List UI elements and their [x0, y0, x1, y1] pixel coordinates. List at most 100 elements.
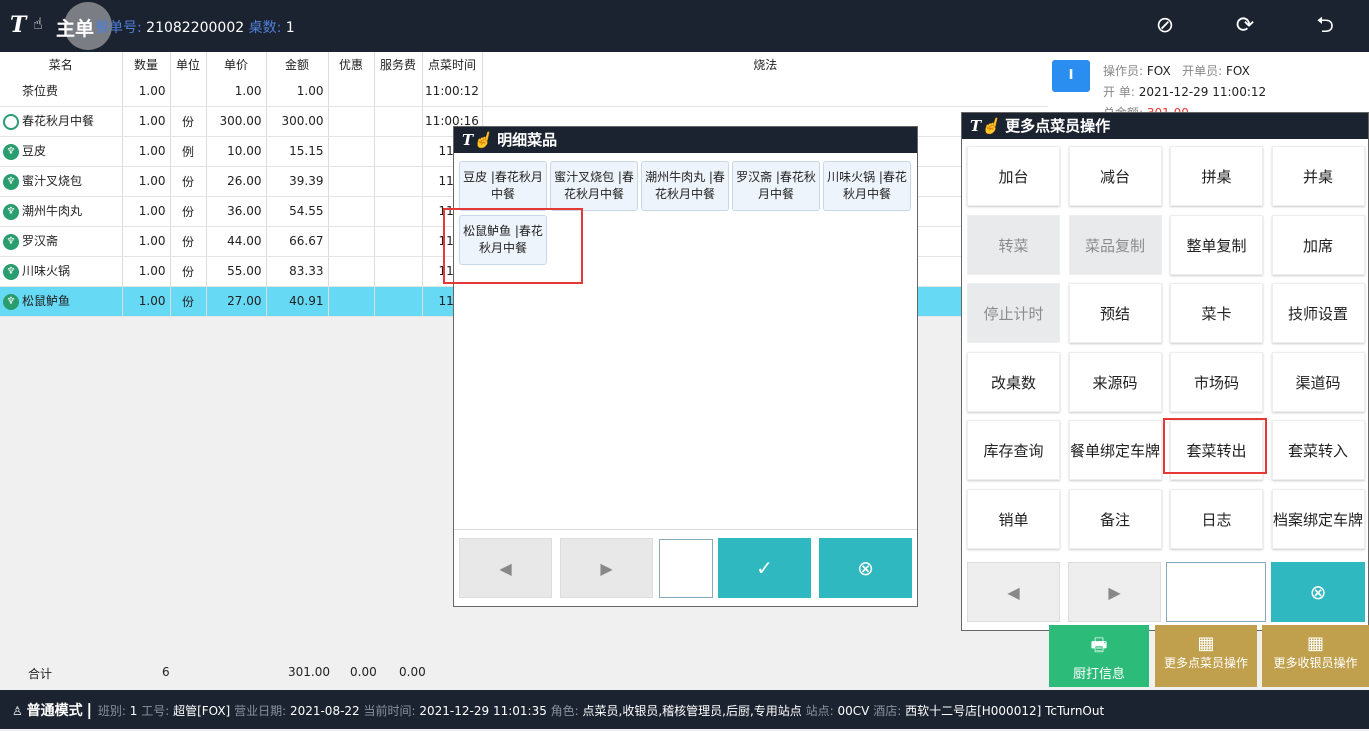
- dish-button[interactable]: 豆皮 |春花秋月中餐: [459, 161, 547, 211]
- operator-value: FOX: [1146, 64, 1171, 78]
- totals-qty: 6: [162, 665, 170, 679]
- price-cell: 10.00: [206, 136, 267, 167]
- next-page-button[interactable]: ▶: [560, 538, 653, 598]
- button-label: 厨打信息: [1072, 667, 1125, 682]
- dish-name-cell: ♆ 川味火锅: [0, 256, 123, 287]
- close-button[interactable]: ⊗: [1271, 562, 1365, 622]
- discount-cell: [328, 256, 375, 287]
- open-time-value: 2021-12-29 11:00:12: [1138, 85, 1267, 99]
- kitchen-print-info-button[interactable]: 🖶 厨打信息: [1049, 625, 1149, 687]
- operation-button[interactable]: 渠道码: [1271, 351, 1365, 412]
- operation-button[interactable]: 菜卡: [1170, 283, 1263, 343]
- dish-button[interactable]: 川味火锅 |春花秋月中餐: [823, 161, 911, 211]
- mode-label[interactable]: 普通模式: [27, 703, 83, 719]
- button-label: 更多收银员操作: [1273, 656, 1358, 670]
- now-value: 2021-12-29 11:01:35: [419, 704, 547, 718]
- table-row[interactable]: 茶位费 1.00 1.00 1.00 11:00:12: [0, 76, 1049, 107]
- close-button[interactable]: ⊗: [819, 538, 912, 598]
- operation-button[interactable]: 套菜转入: [1271, 420, 1365, 480]
- operation-button[interactable]: 并桌: [1271, 146, 1365, 206]
- shift-label: 班别:: [97, 704, 126, 718]
- totals-label: 合计: [28, 667, 53, 681]
- dish-button[interactable]: 罗汉斋 |春花秋月中餐: [732, 161, 820, 211]
- method-cell: [482, 76, 1049, 107]
- order-number: 21082200002: [146, 20, 245, 36]
- opener-value: FOX: [1226, 64, 1250, 78]
- dish-button[interactable]: 潮州牛肉丸 |春花秋月中餐: [641, 161, 729, 211]
- service-cell: [374, 226, 423, 257]
- page-input[interactable]: [659, 539, 713, 598]
- column-header: 菜名: [0, 52, 123, 76]
- service-cell: [374, 76, 423, 107]
- operation-button[interactable]: 减台: [1068, 146, 1162, 206]
- dish-name-cell: ♆ 豆皮: [0, 136, 123, 167]
- operation-button[interactable]: 日志: [1170, 488, 1263, 549]
- printer-icon: 🖶: [1090, 635, 1108, 656]
- column-header: 数量: [122, 52, 171, 76]
- next-page-button[interactable]: ▶: [1068, 562, 1161, 622]
- touch-icon: ☝: [33, 14, 43, 33]
- table-count-label: 桌数:: [244, 20, 286, 36]
- dish-name: 潮州牛肉丸: [22, 204, 83, 219]
- dish-name: 松鼠鲈鱼: [22, 294, 71, 309]
- discount-cell: [328, 286, 375, 317]
- prev-page-button[interactable]: ◀: [967, 562, 1060, 622]
- grid-icon: ▦: [1306, 633, 1324, 654]
- dish-name: 豆皮: [22, 144, 47, 159]
- dish-button[interactable]: 蜜汁叉烧包 |春花秋月中餐: [550, 161, 638, 211]
- back-icon[interactable]: ⮌: [1312, 13, 1338, 39]
- page-input[interactable]: [1166, 562, 1266, 622]
- dining-icon: ♆: [3, 143, 19, 160]
- unit-cell: 份: [170, 226, 207, 257]
- discount-cell: [328, 106, 375, 137]
- service-cell: [374, 196, 423, 227]
- price-cell: 44.00: [206, 226, 267, 257]
- operation-button[interactable]: 菜品复制: [1068, 214, 1162, 275]
- price-cell: 1.00: [206, 76, 267, 107]
- qty-cell: 1.00: [122, 196, 171, 227]
- confirm-button[interactable]: ✓: [718, 538, 811, 598]
- column-header: 优惠: [328, 52, 375, 76]
- app-logo: T: [10, 12, 27, 38]
- status-badge: I: [1052, 60, 1090, 92]
- operation-button[interactable]: 市场码: [1170, 351, 1263, 412]
- opener-label: 开单员:: [1182, 64, 1223, 78]
- operation-button[interactable]: 库存查询: [967, 420, 1060, 480]
- dish-name-cell: 春花秋月中餐: [0, 106, 123, 137]
- more-cashier-ops-button[interactable]: ▦ 更多收银员操作: [1262, 625, 1369, 687]
- qty-cell: 1.00: [122, 226, 171, 257]
- refresh-icon[interactable]: ⟳: [1232, 13, 1258, 39]
- unit-cell: 份: [170, 286, 207, 317]
- operation-button[interactable]: 预结: [1068, 283, 1162, 343]
- operation-button[interactable]: 备注: [1068, 488, 1162, 549]
- operation-button[interactable]: 技师设置: [1271, 283, 1365, 343]
- operation-button[interactable]: 转菜: [967, 214, 1060, 275]
- unit-cell: 份: [170, 166, 207, 197]
- dialog-header: T☝ 明细菜品: [454, 127, 917, 153]
- operation-button[interactable]: 停止计时: [967, 283, 1060, 343]
- operation-button[interactable]: 改桌数: [967, 351, 1060, 412]
- operation-button[interactable]: 销单: [967, 488, 1060, 549]
- price-cell: 300.00: [206, 106, 267, 137]
- dish-name: 罗汉斋: [22, 234, 59, 249]
- divider: [454, 529, 917, 530]
- amount-cell: 1.00: [266, 76, 329, 107]
- open-time-line: 开 单: 2021-12-29 11:00:12: [1103, 83, 1266, 100]
- dish-name-cell: ♆ 松鼠鲈鱼: [0, 286, 123, 317]
- service-cell: [374, 136, 423, 167]
- operation-button[interactable]: 来源码: [1068, 351, 1162, 412]
- dish-name-cell: ♆ 潮州牛肉丸: [0, 196, 123, 227]
- prev-page-button[interactable]: ◀: [459, 538, 552, 598]
- operation-button[interactable]: 档案绑定车牌: [1271, 488, 1365, 549]
- operation-button[interactable]: 拼桌: [1170, 146, 1263, 206]
- more-ordering-ops-button[interactable]: ▦ 更多点菜员操作: [1155, 625, 1257, 687]
- operation-button[interactable]: 餐单绑定车牌: [1068, 420, 1162, 480]
- compass-off-icon[interactable]: ⊘: [1152, 13, 1178, 39]
- operation-button[interactable]: 加台: [967, 146, 1060, 206]
- dish-name: 川味火锅: [22, 264, 71, 279]
- dining-icon: ♆: [3, 293, 19, 310]
- operation-button[interactable]: 加席: [1271, 214, 1365, 275]
- page-title: 主单: [56, 18, 95, 40]
- column-header: 单价: [206, 52, 267, 76]
- operation-button[interactable]: 整单复制: [1170, 214, 1263, 275]
